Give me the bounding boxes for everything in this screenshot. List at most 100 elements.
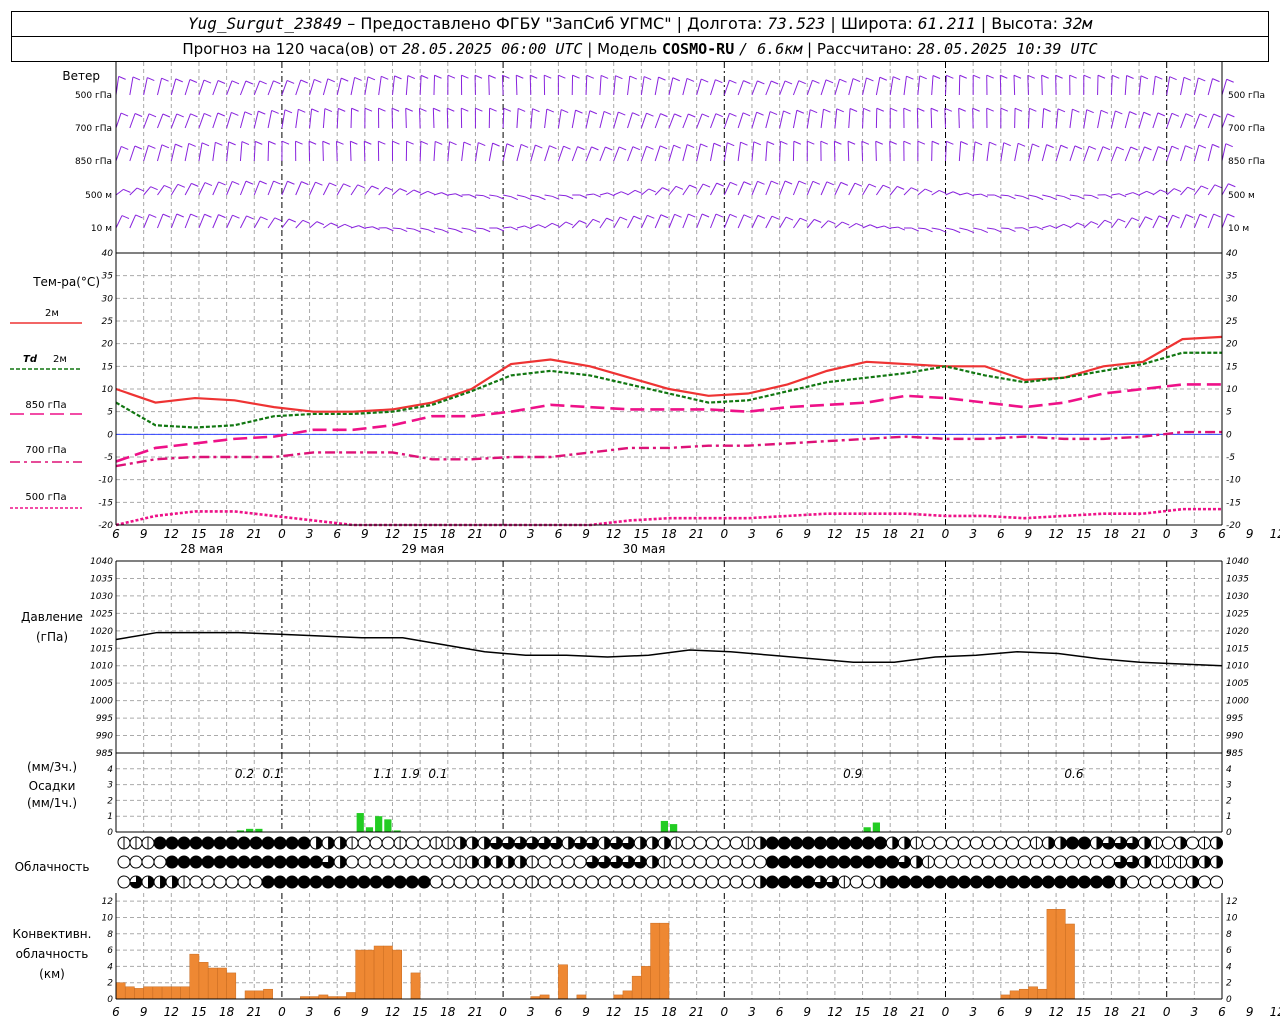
precip-bar bbox=[356, 813, 364, 832]
cloud-symbol bbox=[405, 836, 419, 850]
wind-barb-feather bbox=[771, 80, 779, 85]
wind-barb bbox=[696, 143, 702, 162]
wind-barb bbox=[1069, 109, 1073, 129]
cloud-symbol-fill bbox=[766, 876, 779, 888]
wind-barb-feather bbox=[986, 74, 994, 79]
wind-barb bbox=[765, 180, 772, 196]
y-tick-label: 1030 bbox=[1226, 592, 1249, 602]
wind-barb bbox=[640, 215, 648, 229]
wind-barb bbox=[267, 110, 273, 129]
conv-bar bbox=[622, 990, 633, 1000]
wind-barb bbox=[1124, 111, 1131, 129]
wind-barb-feather bbox=[989, 141, 997, 146]
wind-barb bbox=[226, 112, 232, 129]
wind-barb-feather bbox=[757, 180, 765, 185]
cloud-symbol-fill bbox=[202, 856, 215, 868]
x-tick-label: 0 bbox=[278, 1005, 286, 1019]
wind-barb bbox=[848, 108, 851, 129]
wind-barb-feather bbox=[852, 78, 861, 83]
cloud-symbol bbox=[549, 855, 563, 869]
wind-barb bbox=[295, 219, 304, 229]
wind-barb bbox=[515, 75, 518, 96]
wind-barb bbox=[129, 214, 137, 229]
y-tick-label: -15 bbox=[1226, 498, 1241, 508]
wind-barb bbox=[267, 80, 274, 96]
wind-barb bbox=[1055, 145, 1062, 162]
wind-barb bbox=[1000, 227, 1009, 230]
cloud-symbol-fill bbox=[178, 837, 191, 849]
precip-total-label: 0.1 bbox=[263, 767, 282, 781]
wind-barb bbox=[847, 141, 850, 162]
wind-barb-feather bbox=[972, 107, 980, 112]
wind-barb bbox=[143, 113, 150, 129]
wind-barb-feather bbox=[520, 143, 529, 148]
wind-barb bbox=[627, 76, 631, 96]
wind-barb bbox=[1000, 142, 1005, 162]
cloud-symbol-fill bbox=[790, 837, 803, 849]
wind-barb-feather bbox=[879, 76, 887, 81]
day-label: 29 мая bbox=[401, 542, 444, 556]
wind-barb-feather bbox=[1130, 146, 1138, 151]
cloud-symbol bbox=[729, 836, 743, 850]
wind-barb-feather bbox=[958, 107, 966, 112]
precip-unit-1h: (мм/1ч.) bbox=[27, 796, 77, 810]
cloud-symbol bbox=[1041, 855, 1055, 869]
y-tick-label: 3 bbox=[1226, 781, 1232, 791]
cloud-symbol bbox=[1198, 875, 1212, 889]
cloud-symbol-fill bbox=[886, 876, 899, 888]
x-tick-label: 3 bbox=[306, 1005, 314, 1019]
y-tick-label: 1005 bbox=[90, 679, 113, 689]
wind-barb-feather bbox=[743, 214, 752, 219]
wind-barb bbox=[820, 109, 824, 129]
x-tick-label: 3 bbox=[748, 1005, 756, 1019]
precip-total-label: 0.9 bbox=[843, 767, 862, 781]
wind-barb bbox=[184, 113, 191, 129]
cloud-symbol bbox=[1029, 855, 1043, 869]
wind-barb bbox=[363, 141, 366, 162]
cloud-symbol bbox=[405, 855, 419, 869]
wind-barb bbox=[751, 80, 758, 96]
wind-barb-feather bbox=[232, 214, 240, 219]
x-tick-label: 15 bbox=[634, 527, 649, 541]
wind-barb-feather bbox=[643, 76, 652, 81]
wind-barb-feather bbox=[897, 226, 906, 231]
wind-barb-feather bbox=[530, 74, 538, 79]
wind-barb-feather bbox=[405, 107, 413, 112]
wind-barb-feather bbox=[1118, 193, 1127, 198]
cloud-symbol bbox=[441, 875, 455, 889]
wind-barb-feather bbox=[343, 183, 351, 188]
cloud-symbol-fill bbox=[1030, 876, 1043, 888]
precip-bar bbox=[863, 827, 871, 832]
cloud-symbol-half bbox=[496, 856, 503, 868]
wind-barb-feather bbox=[427, 229, 436, 234]
wind-barb bbox=[682, 184, 690, 196]
cloud-symbol-half bbox=[1216, 837, 1223, 849]
wind-barb bbox=[792, 110, 798, 129]
wind-barb-feather bbox=[1091, 195, 1099, 200]
cloud-symbol-half bbox=[760, 876, 767, 888]
wind-barb bbox=[1152, 215, 1160, 229]
wind-barb-feather bbox=[327, 78, 335, 83]
wind-barb bbox=[529, 75, 532, 96]
wind-barb bbox=[530, 144, 536, 162]
x-tick-label: 0 bbox=[499, 1005, 507, 1019]
wind-barb-feather bbox=[919, 75, 927, 80]
wind-barb bbox=[129, 76, 134, 96]
wind-barb bbox=[170, 113, 178, 129]
x-tick-label: 6 bbox=[555, 527, 563, 541]
wind-barb bbox=[1180, 214, 1187, 229]
cloud-symbol-fill bbox=[802, 856, 815, 868]
wind-barb-feather bbox=[1198, 144, 1207, 149]
wind-barb-feather bbox=[189, 79, 198, 83]
wind-barb-feather bbox=[1100, 109, 1109, 114]
cloud-symbol bbox=[129, 855, 143, 869]
x-tick-label: 12 bbox=[385, 1005, 400, 1019]
wind-barb-feather bbox=[538, 196, 546, 201]
wind-barb-feather bbox=[729, 213, 738, 218]
cloud-symbol bbox=[1161, 836, 1175, 850]
x-tick-label: 6 bbox=[333, 1005, 341, 1019]
wind-barb bbox=[654, 187, 663, 196]
wind-barb-feather bbox=[1214, 184, 1222, 189]
wind-barb-feather bbox=[1171, 112, 1180, 117]
cloud-symbol-fill bbox=[226, 856, 239, 868]
